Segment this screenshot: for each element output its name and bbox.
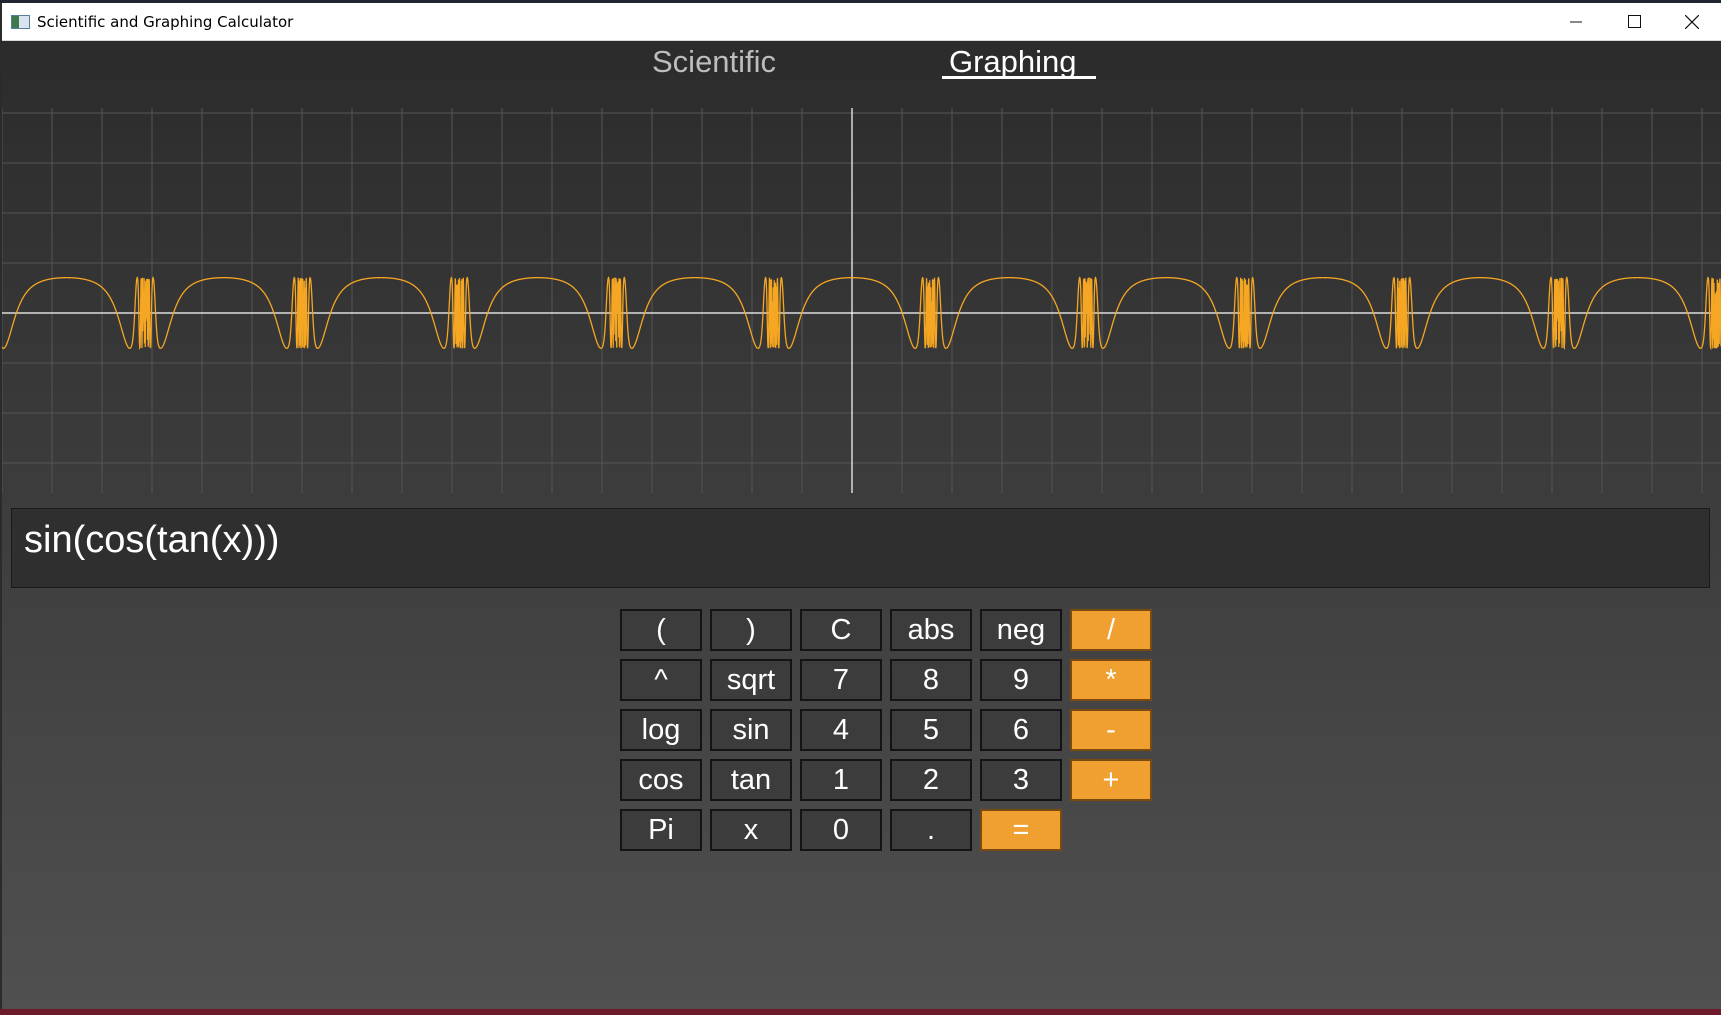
key-log[interactable]: log bbox=[620, 709, 702, 751]
key-c[interactable]: C bbox=[800, 609, 882, 651]
key-abs[interactable]: abs bbox=[890, 609, 972, 651]
key-multiply[interactable]: * bbox=[1070, 659, 1152, 701]
graph-canvas bbox=[2, 108, 1721, 493]
key-3[interactable]: 3 bbox=[980, 759, 1062, 801]
key-1[interactable]: 1 bbox=[800, 759, 882, 801]
key-power[interactable]: ^ bbox=[620, 659, 702, 701]
window-title: Scientific and Graphing Calculator bbox=[37, 12, 294, 31]
window-controls bbox=[1547, 3, 1721, 40]
key-x[interactable]: x bbox=[710, 809, 792, 851]
key-equals[interactable]: = bbox=[980, 809, 1062, 851]
key-cos[interactable]: cos bbox=[620, 759, 702, 801]
key-add[interactable]: + bbox=[1070, 759, 1152, 801]
mode-tabs: Scientific Graphing bbox=[2, 40, 1721, 85]
active-tab-underline bbox=[942, 76, 1096, 79]
taskbar-strip bbox=[0, 1009, 1721, 1015]
key-close-paren[interactable]: ) bbox=[710, 609, 792, 651]
tab-graphing[interactable]: Graphing bbox=[949, 44, 1077, 80]
keypad: () Cabs neg / ^ sqrt 7 8 9 * log sin 4 5 6- cos tan 1 2 3 + P… bbox=[620, 609, 1156, 859]
key-0[interactable]: 0 bbox=[800, 809, 882, 851]
key-open-paren[interactable]: ( bbox=[620, 609, 702, 651]
key-tan[interactable]: tan bbox=[710, 759, 792, 801]
app-icon bbox=[11, 14, 30, 29]
maximize-icon[interactable] bbox=[1605, 3, 1663, 40]
expression-field[interactable]: sin(cos(tan(x))) bbox=[11, 508, 1710, 588]
key-sin[interactable]: sin bbox=[710, 709, 792, 751]
tab-scientific[interactable]: Scientific bbox=[652, 44, 776, 80]
key-2[interactable]: 2 bbox=[890, 759, 972, 801]
graph-area[interactable] bbox=[2, 108, 1721, 493]
key-pi[interactable]: Pi bbox=[620, 809, 702, 851]
key-6[interactable]: 6 bbox=[980, 709, 1062, 751]
calculator-window: Scientific and Graphing Calculator Scien… bbox=[2, 3, 1721, 1010]
key-divide[interactable]: / bbox=[1070, 609, 1152, 651]
key-decimal[interactable]: . bbox=[890, 809, 972, 851]
key-subtract[interactable]: - bbox=[1070, 709, 1152, 751]
key-9[interactable]: 9 bbox=[980, 659, 1062, 701]
key-8[interactable]: 8 bbox=[890, 659, 972, 701]
close-icon[interactable] bbox=[1663, 3, 1721, 40]
key-neg[interactable]: neg bbox=[980, 609, 1062, 651]
expression-text: sin(cos(tan(x))) bbox=[24, 519, 280, 561]
minimize-icon[interactable] bbox=[1547, 3, 1605, 40]
key-sqrt[interactable]: sqrt bbox=[710, 659, 792, 701]
key-4[interactable]: 4 bbox=[800, 709, 882, 751]
key-7[interactable]: 7 bbox=[800, 659, 882, 701]
title-bar: Scientific and Graphing Calculator bbox=[2, 3, 1721, 41]
key-5[interactable]: 5 bbox=[890, 709, 972, 751]
